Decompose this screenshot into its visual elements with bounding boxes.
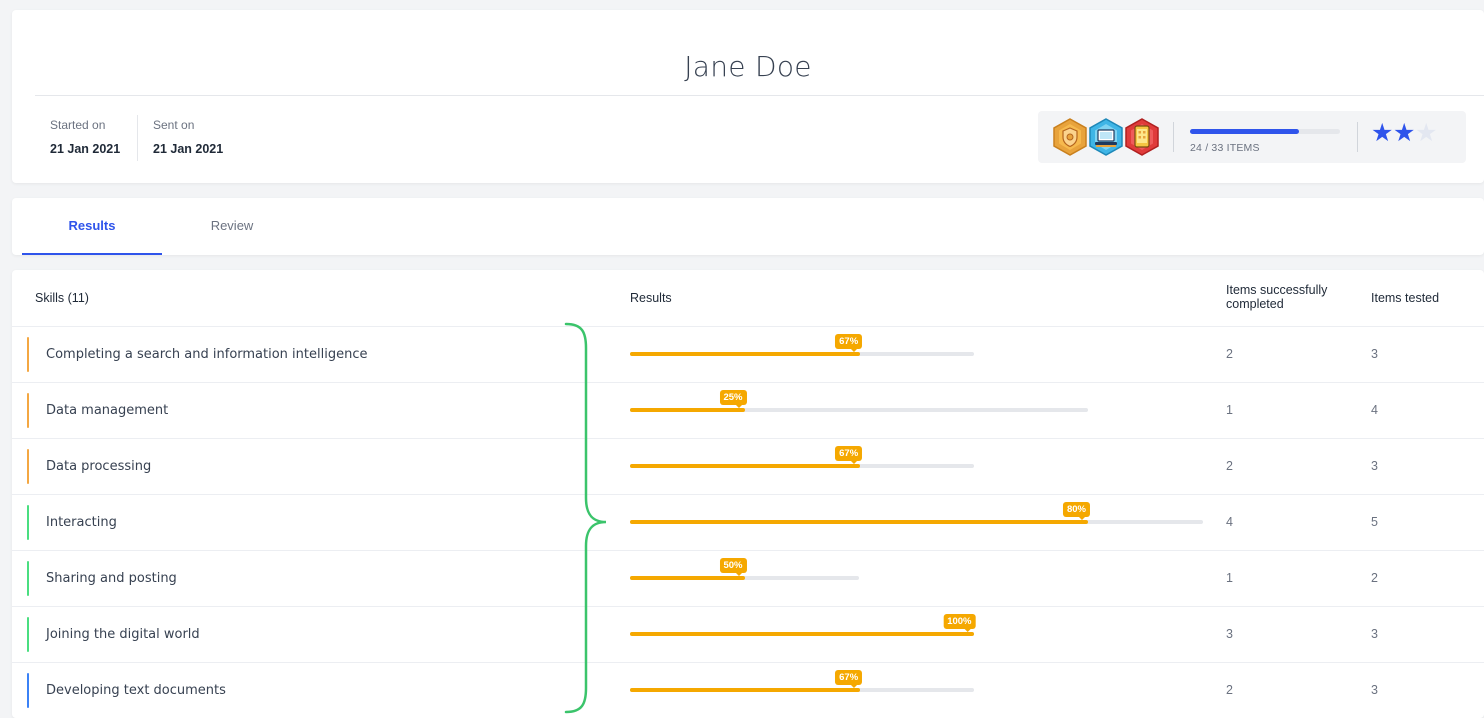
- result-percent-badge: 67%: [835, 446, 863, 464]
- summary-divider: [1357, 122, 1358, 152]
- meta-divider: [137, 115, 138, 161]
- items-tested-value: 3: [1371, 627, 1378, 641]
- profile-header-card: Jane Doe Started on 21 Jan 2021 Sent on …: [12, 10, 1484, 183]
- column-header-items-completed: Items successfully completed: [1226, 283, 1328, 311]
- result-progress-bar: 67%: [630, 670, 974, 692]
- skills-results-table: Skills (11) Results Items successfully c…: [12, 270, 1484, 718]
- items-tested-value: 2: [1371, 571, 1378, 585]
- column-header-results: Results: [630, 291, 672, 305]
- tabs-card: Results Review: [12, 198, 1484, 255]
- items-tested-value: 3: [1371, 683, 1378, 697]
- items-completed-value: 1: [1226, 403, 1233, 417]
- table-row: Data management 25% 1 4: [12, 382, 1484, 438]
- column-header-items-tested: Items tested: [1371, 291, 1440, 305]
- result-progress-fill: [630, 352, 861, 356]
- result-progress-fill: [630, 520, 1088, 524]
- laptop-badge-icon: [1089, 118, 1123, 156]
- skill-category-marker: [27, 673, 29, 708]
- skill-category-marker: [27, 617, 29, 652]
- items-completed-value: 1: [1226, 571, 1233, 585]
- table-row: Developing text documents 67% 2 3: [12, 662, 1484, 718]
- sent-on-label: Sent on: [153, 118, 195, 132]
- skill-name: Completing a search and information inte…: [46, 347, 368, 362]
- items-tested-value: 5: [1371, 515, 1378, 529]
- items-progress-bar: [1190, 129, 1340, 134]
- result-percent-badge: 50%: [719, 558, 747, 576]
- shield-badge-icon: [1053, 118, 1087, 156]
- items-progress-fill: [1190, 129, 1300, 134]
- tablet-badge-icon: [1125, 118, 1159, 156]
- items-tested-value: 3: [1371, 459, 1378, 473]
- skill-name: Sharing and posting: [46, 571, 177, 586]
- started-on-label: Started on: [50, 118, 106, 132]
- table-row: Data processing 67% 2 3: [12, 438, 1484, 494]
- table-row: Joining the digital world 100% 3 3: [12, 606, 1484, 662]
- result-progress-bar: 50%: [630, 558, 859, 580]
- result-percent-badge: 80%: [1062, 502, 1090, 520]
- result-progress-bar: 67%: [630, 446, 974, 468]
- skill-category-marker: [27, 449, 29, 484]
- skill-name: Interacting: [46, 515, 117, 530]
- sent-on-block: Sent on 21 Jan 2021: [153, 118, 223, 156]
- tab-results[interactable]: Results: [22, 198, 162, 255]
- items-completed-value: 3: [1226, 627, 1233, 641]
- star-filled-icon: ★: [1393, 119, 1416, 147]
- result-percent-badge: 25%: [719, 390, 747, 408]
- star-empty-icon: ★: [1415, 119, 1438, 147]
- skill-category-marker: [27, 393, 29, 428]
- items-completed-value: 2: [1226, 683, 1233, 697]
- result-progress-fill: [630, 464, 861, 468]
- tab-review[interactable]: Review: [162, 198, 302, 255]
- table-row: Interacting 80% 4 5: [12, 494, 1484, 550]
- items-tested-value: 4: [1371, 403, 1378, 417]
- sent-on-value: 21 Jan 2021: [153, 142, 224, 156]
- star-filled-icon: ★: [1371, 119, 1394, 147]
- skill-name: Joining the digital world: [46, 627, 200, 642]
- result-progress-fill: [630, 632, 974, 636]
- result-percent-badge: 67%: [835, 334, 863, 352]
- table-row: Completing a search and information inte…: [12, 326, 1484, 382]
- items-progress-label: 24 / 33 ITEMS: [1190, 142, 1260, 154]
- skill-category-marker: [27, 337, 29, 372]
- result-progress-fill: [630, 576, 745, 580]
- result-progress-bar: 80%: [630, 502, 1203, 524]
- items-tested-value: 3: [1371, 347, 1378, 361]
- result-percent-badge: 67%: [835, 670, 863, 688]
- candidate-name: Jane Doe: [684, 50, 812, 83]
- summary-divider: [1173, 122, 1174, 152]
- result-progress-bar: 67%: [630, 334, 974, 356]
- skill-category-marker: [27, 561, 29, 596]
- started-on-block: Started on 21 Jan 2021: [50, 118, 120, 156]
- skill-name: Developing text documents: [46, 683, 226, 698]
- result-percent-badge: 100%: [943, 614, 976, 632]
- skill-name: Data management: [46, 403, 169, 418]
- column-header-skills: Skills (11): [35, 291, 89, 305]
- result-progress-fill: [630, 408, 745, 412]
- items-completed-value: 4: [1226, 515, 1233, 529]
- table-row: Sharing and posting 50% 1 2: [12, 550, 1484, 606]
- result-progress-bar: 100%: [630, 614, 976, 636]
- header-divider: [35, 95, 1484, 96]
- skill-category-marker: [27, 505, 29, 540]
- result-progress-bar: 25%: [630, 390, 1088, 412]
- skill-name: Data processing: [46, 459, 152, 474]
- star-rating: ★ ★ ★: [1371, 120, 1437, 146]
- items-completed-value: 2: [1226, 459, 1233, 473]
- items-completed-value: 2: [1226, 347, 1233, 361]
- achievement-summary: 24 / 33 ITEMS ★ ★ ★: [1038, 111, 1466, 163]
- started-on-value: 21 Jan 2021: [50, 142, 121, 156]
- result-progress-fill: [630, 688, 861, 692]
